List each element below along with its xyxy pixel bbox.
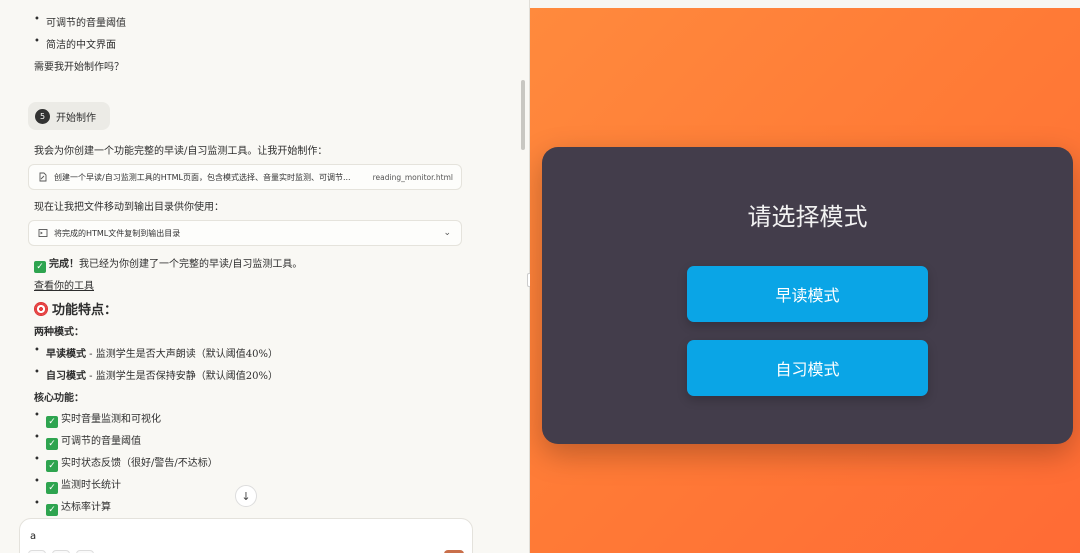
- step-pill[interactable]: 5 开始制作: [28, 102, 110, 130]
- list-item: 可调节的音量阈值: [34, 14, 126, 29]
- step-label: 开始制作: [56, 112, 96, 124]
- done-message: ✓ 完成！我已经为你创建了一个完整的早读/自习监测工具。: [34, 255, 302, 273]
- mode-select-modal: 请选择模式 早读模式 自习模式: [542, 147, 1073, 444]
- checkmark-icon: ✓: [46, 482, 58, 494]
- tool-call-text: 创建一个早读/自习监测工具的HTML页面，包含模式选择、音量实时监测、可调节..…: [54, 172, 351, 182]
- tool-call-create-file[interactable]: 创建一个早读/自习监测工具的HTML页面，包含模式选择、音量实时监测、可调节..…: [28, 164, 462, 190]
- checkmark-icon: ✓: [34, 261, 46, 273]
- features-heading: 功能特点：: [34, 299, 117, 318]
- morning-read-mode-button[interactable]: 早读模式: [687, 266, 928, 322]
- list-item: ✓监测时长统计: [34, 476, 121, 494]
- chat-panel: 可调节的音量阈值 简洁的中文界面 需要我开始制作吗？ 5 开始制作 我会为你创建…: [0, 0, 529, 553]
- tool-call-text: 将完成的HTML文件复制到输出目录: [54, 228, 181, 238]
- target-icon: [34, 302, 48, 316]
- chevron-down-icon[interactable]: ⌄: [443, 228, 451, 238]
- done-bold: 完成！: [49, 259, 79, 270]
- scroll-down-button[interactable]: ↓: [235, 485, 257, 507]
- list-item: 早读模式 - 监测学生是否大声朗读（默认阈值40%）: [34, 345, 278, 360]
- move-text: 现在让我把文件移动到输出目录供你使用：: [34, 202, 224, 213]
- list-item: ✓实时状态反馈（很好/警告/不达标）: [34, 454, 218, 472]
- preview-topbar: [530, 0, 1080, 8]
- file-edit-icon: [37, 172, 48, 183]
- message-composer[interactable]: a: [19, 518, 473, 553]
- checkmark-icon: ✓: [46, 460, 58, 472]
- list-item: 简洁的中文界面: [34, 36, 116, 51]
- checkmark-icon: ✓: [46, 416, 58, 428]
- intro-text: 我会为你创建一个功能完整的早读/自习监测工具。让我开始制作：: [34, 146, 328, 157]
- view-tool-link[interactable]: 查看你的工具: [34, 277, 94, 292]
- self-study-mode-button[interactable]: 自习模式: [687, 340, 928, 396]
- core-heading: 核心功能：: [34, 393, 84, 404]
- modal-title: 请选择模式: [747, 203, 868, 231]
- composer-input[interactable]: a: [30, 531, 36, 542]
- checkmark-icon: ✓: [46, 438, 58, 450]
- step-number: 5: [35, 108, 50, 124]
- checkmark-icon: ✓: [46, 504, 58, 516]
- list-item: ✓达标率计算: [34, 498, 111, 516]
- modes-heading: 两种模式：: [34, 327, 84, 338]
- chat-scrollbar[interactable]: [521, 80, 525, 150]
- artifact-preview: 请选择模式 早读模式 自习模式: [530, 0, 1080, 553]
- list-item: ✓可调节的音量阈值: [34, 432, 141, 450]
- file-name[interactable]: reading_monitor.html: [373, 173, 453, 182]
- done-text: 我已经为你创建了一个完整的早读/自习监测工具。: [79, 259, 303, 270]
- list-item: 自习模式 - 监测学生是否保持安静（默认阈值20%）: [34, 367, 278, 382]
- terminal-icon: [37, 228, 48, 239]
- list-item: ✓实时音量监测和可视化: [34, 410, 161, 428]
- tool-call-copy-file[interactable]: 将完成的HTML文件复制到输出目录 ⌄: [28, 220, 462, 246]
- question-text: 需要我开始制作吗？: [34, 62, 124, 73]
